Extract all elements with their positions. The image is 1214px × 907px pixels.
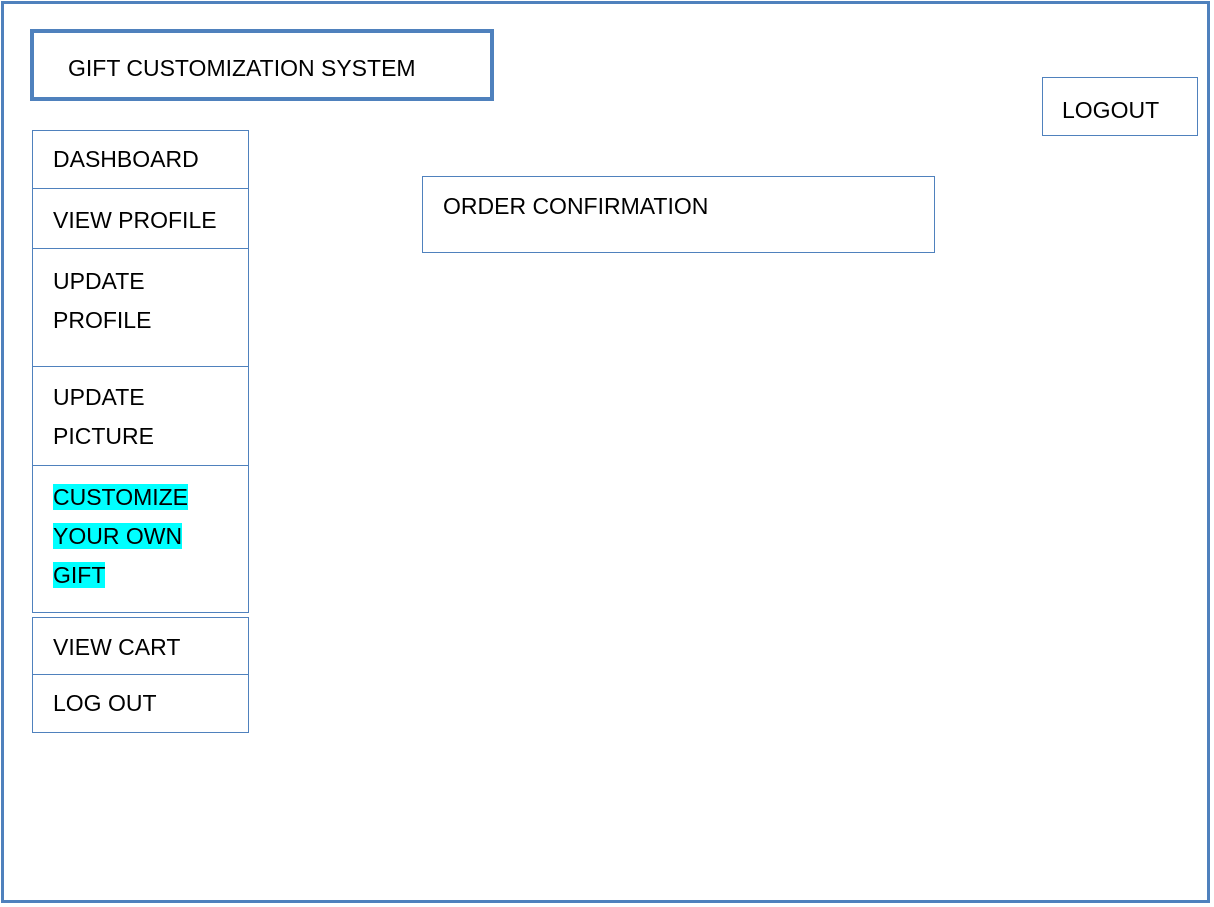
order-confirmation-panel: ORDER CONFIRMATION [422, 176, 935, 253]
sidebar-item-view-profile[interactable]: VIEW PROFILE [32, 188, 249, 249]
sidebar-item-label: CUSTOMIZE YOUR OWN GIFT [53, 484, 189, 588]
sidebar-item-customize-gift[interactable]: CUSTOMIZE YOUR OWN GIFT [32, 465, 249, 613]
sidebar-item-view-cart[interactable]: VIEW CART [32, 617, 249, 675]
sidebar-item-dashboard[interactable]: DASHBOARD [32, 130, 249, 189]
sidebar-item-label: VIEW CART [53, 634, 181, 660]
app-title-box: GIFT CUSTOMIZATION SYSTEM [30, 29, 494, 101]
sidebar-item-label: LOG OUT [53, 690, 157, 716]
sidebar-item-label: DASHBOARD [53, 146, 199, 172]
logout-button[interactable]: LOGOUT [1042, 77, 1198, 136]
sidebar-item-update-profile[interactable]: UPDATE PROFILE [32, 248, 249, 367]
sidebar-item-label: UPDATE PICTURE [53, 384, 154, 449]
sidebar-item-label-wrap: CUSTOMIZE YOUR OWN GIFT [53, 478, 208, 595]
order-confirmation-title: ORDER CONFIRMATION [443, 193, 709, 219]
logout-button-label: LOGOUT [1062, 97, 1160, 123]
sidebar-item-update-picture[interactable]: UPDATE PICTURE [32, 366, 249, 466]
sidebar-item-label: VIEW PROFILE [53, 207, 217, 233]
app-title: GIFT CUSTOMIZATION SYSTEM [68, 55, 416, 81]
sidebar-item-label: UPDATE PROFILE [53, 268, 152, 333]
sidebar-item-log-out[interactable]: LOG OUT [32, 674, 249, 733]
